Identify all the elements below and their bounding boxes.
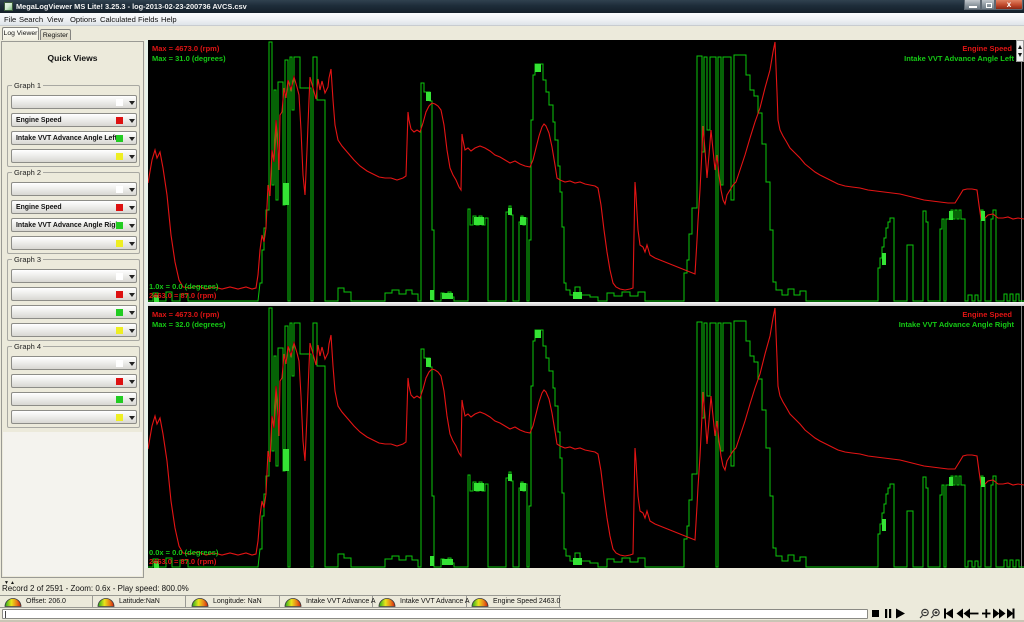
svg-text:Engine Speed: Engine Speed [962,310,1012,319]
svg-text:Max = 32.0 (degrees): Max = 32.0 (degrees) [152,320,226,329]
svg-text:Max = 4673.0 (rpm): Max = 4673.0 (rpm) [152,310,220,319]
svg-text:0.0x = 0.0 (degrees): 0.0x = 0.0 (degrees) [149,548,219,557]
svg-text:Intake VVT Advance Angle Right: Intake VVT Advance Angle Right [899,320,1015,329]
svg-text:Intake VVT Advance Angle Left: Intake VVT Advance Angle Left [904,54,1014,63]
svg-text:Max = 4673.0 (rpm): Max = 4673.0 (rpm) [152,44,220,53]
svg-text:2463.0 = 87.0 (rpm): 2463.0 = 87.0 (rpm) [149,291,217,300]
svg-text:1.0x = 0.0 (degrees): 1.0x = 0.0 (degrees) [149,282,219,291]
svg-text:Max = 31.0 (degrees): Max = 31.0 (degrees) [152,54,226,63]
svg-text:Engine Speed: Engine Speed [962,44,1012,53]
svg-text:2463.0 = 87.0 (rpm): 2463.0 = 87.0 (rpm) [149,557,217,566]
